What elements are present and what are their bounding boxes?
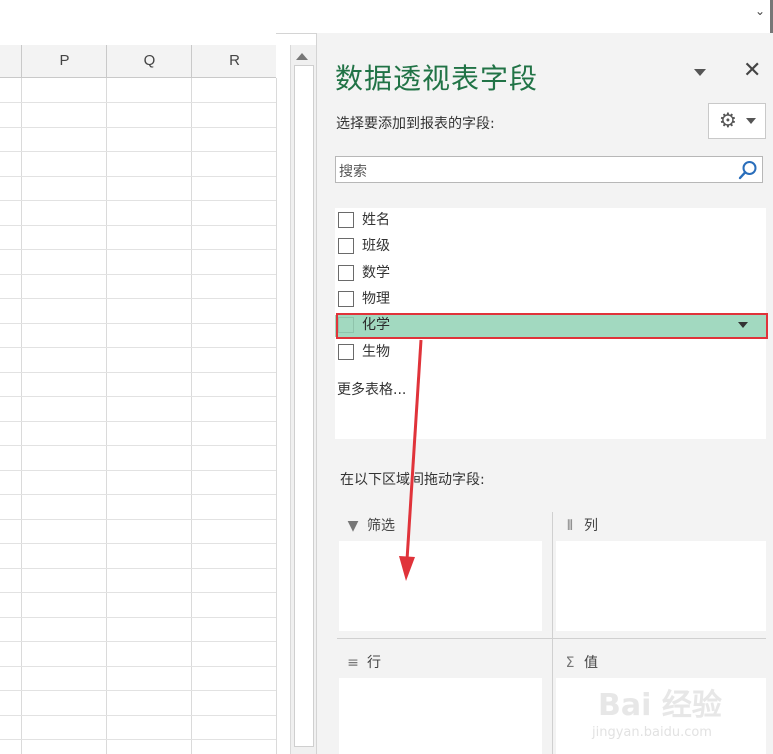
filter-icon: ▼ [347,518,359,534]
sigma-icon: Σ [565,655,575,671]
field-item-class[interactable]: 班级 [335,236,766,258]
close-icon[interactable]: ✕ [743,59,761,83]
filter-drop-zone[interactable] [339,541,542,631]
chevron-down-icon[interactable]: ⌄ [755,4,765,18]
pane-title: 数据透视表字段 [335,62,539,95]
grid-row-line [0,127,276,128]
grid-row-line [0,568,276,569]
field-item-name[interactable]: 姓名 [335,210,766,232]
vertical-scrollbar[interactable] [290,45,317,754]
grid-row-line [0,421,276,422]
more-tables-link[interactable]: 更多表格... [337,379,406,399]
grid-row-line [0,690,276,691]
field-label: 生物 [362,344,390,360]
field-label: 数学 [362,265,390,281]
chevron-down-icon [746,118,756,124]
grid-row-line [0,519,276,520]
area-divider-vertical [552,512,553,754]
grid-row-line [0,102,276,103]
grid-row-line [0,298,276,299]
grid-row-line [0,274,276,275]
settings-button[interactable]: ⚙ [708,103,766,139]
area-divider-horizontal [337,638,766,639]
grid-row-line [0,323,276,324]
field-item-physics[interactable]: 物理 [335,289,766,311]
field-checkbox[interactable] [338,344,354,360]
gear-icon: ⚙ [719,108,737,132]
grid-column-line [276,78,277,754]
grid-row-line [0,666,276,667]
grid-row-line [0,739,276,740]
grid-row-line [0,543,276,544]
top-bar: ⌄ [0,0,773,34]
search-icon[interactable] [737,159,759,181]
column-header-q[interactable]: Q [106,45,192,77]
grid-row-line [0,200,276,201]
grid-column-line [21,78,22,754]
rows-area-title: ≡ 行 [345,652,381,672]
column-header-p[interactable]: P [21,45,107,77]
grid-row-line [0,592,276,593]
field-label: 物理 [362,291,390,307]
grid-column-line [191,78,192,754]
grid-row-line [0,445,276,446]
field-label: 姓名 [362,212,390,228]
scroll-up-icon[interactable] [296,53,308,60]
field-checkbox[interactable] [338,238,354,254]
field-checkbox[interactable] [338,291,354,307]
grid-row-line [0,470,276,471]
field-checkbox[interactable] [338,265,354,281]
field-checkbox[interactable] [338,212,354,228]
pane-options-chevron-icon[interactable] [691,64,707,80]
grid-column-line [106,78,107,754]
values-area-title: Σ值 [562,652,598,672]
grid-row-line [0,176,276,177]
rows-icon: ≡ [347,655,359,671]
spreadsheet-area[interactable]: P Q R [0,33,277,754]
filter-area-title: ▼ 筛选 [345,515,395,535]
drag-areas-label: 在以下区域间拖动字段: [340,472,485,488]
grid-row-line [0,372,276,373]
search-placeholder: 搜索 [339,164,367,180]
grid-row-line [0,151,276,152]
grid-row-line [0,641,276,642]
columns-icon: ⦀ [566,518,574,534]
field-label: 班级 [362,238,390,254]
field-item-biology[interactable]: 生物 [335,342,766,364]
pivot-field-pane: 数据透视表字段 ✕ 选择要添加到报表的字段: ⚙ 搜索 姓名 班级 数学 物理 [316,33,773,754]
grid-row-line [0,617,276,618]
grid-row-line [0,715,276,716]
columns-drop-zone[interactable] [556,541,766,631]
cell-grid[interactable] [0,78,277,754]
grid-row-line [0,225,276,226]
grid-row-line [0,494,276,495]
grid-row-line [0,396,276,397]
grid-row-line [0,249,276,250]
columns-area-title: ⦀ 列 [562,515,598,535]
scrollbar-thumb[interactable] [294,65,314,747]
column-header-r[interactable]: R [191,45,277,77]
field-item-math[interactable]: 数学 [335,263,766,285]
watermark-url: jingyan.baidu.com [592,725,712,740]
search-input[interactable]: 搜索 [335,156,763,183]
choose-fields-label: 选择要添加到报表的字段: [336,116,495,132]
watermark-logo: Bai 经验 [598,688,722,723]
rows-drop-zone[interactable] [339,678,542,754]
highlight-annotation-box [336,313,768,339]
column-headers: P Q R [0,45,276,78]
grid-row-line [0,347,276,348]
